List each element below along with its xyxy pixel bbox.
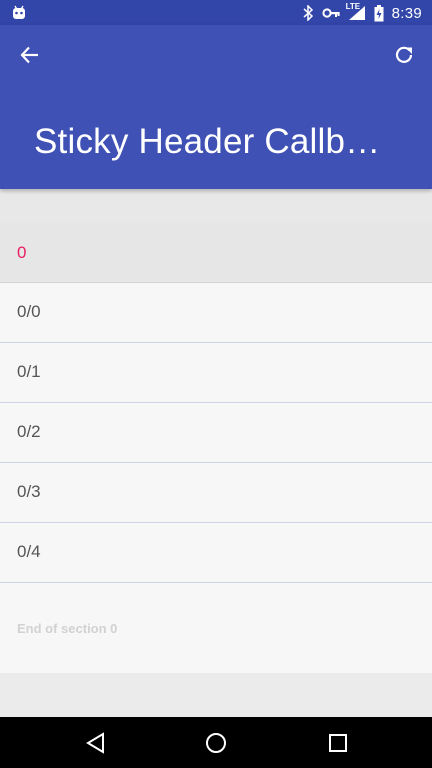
list-item[interactable]: 0/2 [0,403,432,463]
section-footer-label: End of section 0 [17,621,118,636]
nav-home-icon [205,732,227,754]
android-notification-icon [10,4,28,22]
screen: LTE 8:39 Sticky Header Callba… 0 0/0 0/1… [0,0,432,768]
vpn-key-icon [321,7,340,19]
nav-back-icon [86,732,106,754]
list-item-label: 0/0 [17,302,41,321]
nav-home-button[interactable] [202,729,230,757]
section-header[interactable]: 0 [0,223,432,283]
nav-recents-button[interactable] [324,729,352,757]
list-item-label: 0/1 [17,362,41,381]
status-bar: LTE 8:39 [0,0,432,25]
list-item[interactable]: 0/0 [0,283,432,343]
refresh-button[interactable] [388,39,420,71]
arrow-back-icon [20,45,40,65]
refresh-icon [394,45,414,65]
page-title: Sticky Header Callba… [34,122,394,161]
app-bar: Sticky Header Callba… [0,25,432,189]
section-footer: End of section 0 [0,583,432,673]
signal-icon: LTE [345,2,366,21]
sticky-header-list[interactable]: 0 0/0 0/1 0/2 0/3 0/4 End of section 0 [0,189,432,717]
status-time: 8:39 [391,4,422,22]
list-item[interactable]: 0/3 [0,463,432,523]
list-item[interactable]: 0/4 [0,523,432,583]
navigation-bar [0,717,432,768]
back-button[interactable] [14,39,46,71]
battery-icon [374,4,384,22]
list-item-label: 0/4 [17,542,41,561]
nav-back-button[interactable] [82,729,110,757]
status-icons: LTE 8:39 [303,2,422,23]
section-header-label: 0 [17,243,27,262]
list-item[interactable]: 0/1 [0,343,432,403]
nav-recents-icon [328,733,348,753]
network-type-label: LTE [345,2,361,11]
bluetooth-icon [303,5,314,21]
list-spacer [0,189,432,223]
list-item-label: 0/2 [17,422,41,441]
list-spacer [0,673,432,717]
list-item-label: 0/3 [17,482,41,501]
